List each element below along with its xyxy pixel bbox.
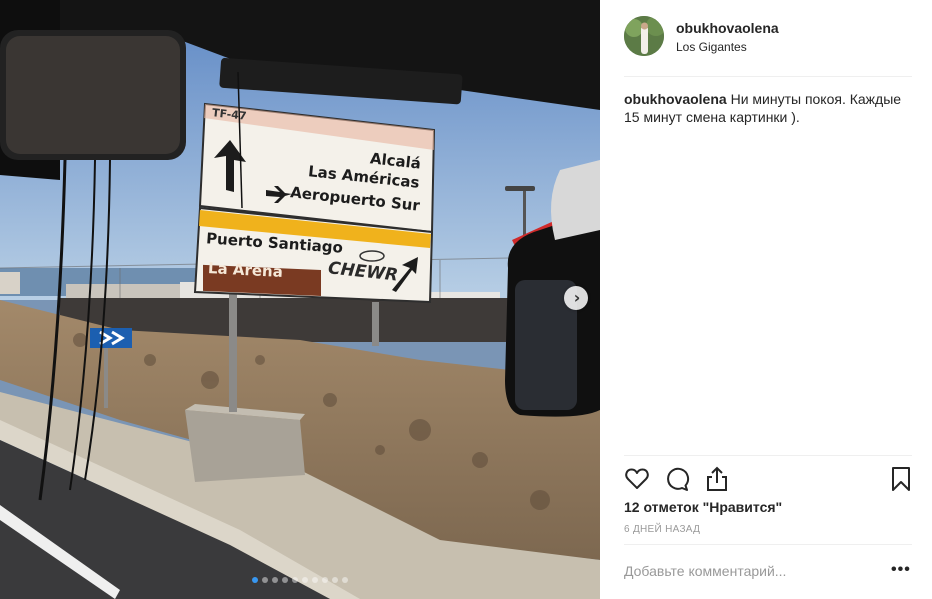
carousel-dot xyxy=(312,577,318,583)
carousel-dot xyxy=(272,577,278,583)
caption-username[interactable]: obukhovaolena xyxy=(624,91,727,107)
post-photo[interactable]: TF-47 Alcalá Las Américas Aeropuerto Sur… xyxy=(0,0,600,599)
carousel-dot xyxy=(292,577,298,583)
comment-icon xyxy=(667,467,690,491)
post-caption: obukhovaolena Ни минуты покоя. Каждые 15… xyxy=(624,90,914,126)
comment-button[interactable] xyxy=(664,466,690,492)
bookmark-icon xyxy=(892,467,910,491)
post-timestamp[interactable]: 6 дней назад xyxy=(624,524,700,535)
avatar[interactable] xyxy=(624,16,664,56)
post-username[interactable]: obukhovaolena xyxy=(676,20,779,36)
carousel-next-button[interactable]: › xyxy=(564,286,588,310)
carousel-dot xyxy=(322,577,328,583)
sign-line-la-arena: La Arena xyxy=(207,259,284,281)
carousel-indicator xyxy=(252,577,348,583)
chevron-right-icon: › xyxy=(573,288,581,307)
post-header: obukhovaolena Los Gigantes xyxy=(624,16,912,58)
comment-input[interactable]: Добавьте комментарий... xyxy=(624,563,786,579)
save-button[interactable] xyxy=(888,466,914,492)
share-button[interactable] xyxy=(704,466,730,492)
carousel-dot xyxy=(332,577,338,583)
carousel-dot xyxy=(252,577,258,583)
header-divider xyxy=(624,76,912,77)
actions-divider xyxy=(624,455,912,456)
comment-divider xyxy=(624,544,912,545)
like-button[interactable] xyxy=(624,466,650,492)
post-side-panel: obukhovaolena Los Gigantes obukhovaolena… xyxy=(600,0,932,599)
carousel-dot xyxy=(302,577,308,583)
share-icon xyxy=(707,466,727,491)
avatar-image xyxy=(624,16,664,56)
carousel-dot xyxy=(262,577,268,583)
post-location[interactable]: Los Gigantes xyxy=(676,40,747,54)
post-actions xyxy=(624,466,912,492)
instagram-post-modal: TF-47 Alcalá Las Américas Aeropuerto Sur… xyxy=(0,0,932,599)
like-count[interactable]: 12 отметок "Нравится" xyxy=(624,499,782,515)
carousel-dot xyxy=(282,577,288,583)
more-options-button[interactable]: ••• xyxy=(891,562,911,578)
carousel-dot xyxy=(342,577,348,583)
photo-scene xyxy=(0,0,600,599)
heart-icon xyxy=(625,468,649,489)
